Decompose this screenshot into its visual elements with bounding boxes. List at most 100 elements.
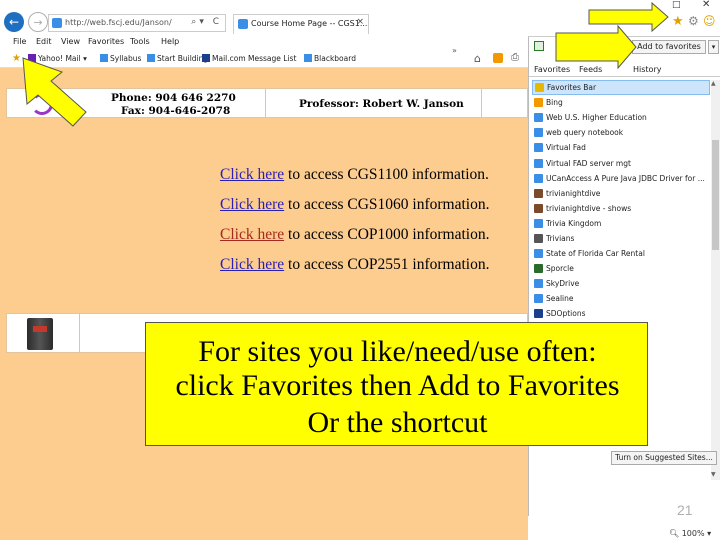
tab-history[interactable]: History bbox=[633, 65, 661, 74]
home-icon[interactable]: ⌂ bbox=[474, 52, 481, 65]
smiley-feedback-icon[interactable]: ☺ bbox=[703, 14, 716, 28]
scroll-up-icon[interactable]: ▲ bbox=[711, 80, 716, 87]
favorites-list-label: Bing bbox=[546, 98, 563, 108]
favorites-bar-star-icon[interactable]: ★ bbox=[12, 53, 21, 64]
add-to-favorites-button[interactable]: Add to favorites bbox=[632, 40, 706, 54]
callout-text-line: Or the shortcut bbox=[307, 406, 488, 439]
phone-number: Phone: 904 646 2270 bbox=[111, 92, 236, 104]
favorites-list-label: Web U.S. Higher Education bbox=[546, 113, 647, 123]
window-close-button[interactable]: ✕ bbox=[702, 0, 710, 10]
favorites-bar-label: Syllabus bbox=[110, 54, 142, 63]
tab-favorites[interactable]: Favorites bbox=[534, 65, 570, 74]
favorites-star-icon[interactable]: ★ bbox=[672, 14, 684, 29]
favorites-list-label: Virtual Fad bbox=[546, 143, 586, 153]
address-tools-icons[interactable]: ⌕▾ C bbox=[191, 17, 222, 27]
favorites-bar-item[interactable]: Start Building bbox=[147, 54, 208, 63]
add-to-favorites-dropdown[interactable]: ▾ bbox=[708, 40, 719, 54]
address-bar[interactable]: http://web.fscj.edu/Janson/ ⌕▾ C bbox=[48, 14, 226, 32]
print-icon[interactable]: ⎙ bbox=[511, 52, 519, 63]
favorites-list-item[interactable]: Sporcle bbox=[532, 261, 710, 276]
gear-icon[interactable]: ⚙ bbox=[688, 14, 699, 28]
click-here-link[interactable]: Click here bbox=[220, 166, 284, 183]
browser-titlebar: ← → http://web.fscj.edu/Janson/ ⌕▾ C Cou… bbox=[0, 0, 720, 34]
scrollbar-thumb[interactable] bbox=[712, 140, 719, 250]
tab-label: Course Home Page -- CGS1... bbox=[251, 19, 368, 28]
favorites-list-item[interactable]: State of Florida Car Rental bbox=[532, 246, 710, 261]
favorites-scrollbar[interactable]: ▲ ▼ bbox=[711, 80, 720, 480]
folder-icon bbox=[535, 83, 544, 93]
course-link-row: Click here to access CGS1060 information… bbox=[220, 196, 490, 214]
course-link-description: to access COP2551 information. bbox=[284, 256, 490, 273]
favorites-list-label: UCanAccess A Pure Java JDBC Driver for .… bbox=[546, 173, 705, 183]
click-here-link[interactable]: Click here bbox=[220, 196, 284, 213]
tab-feeds[interactable]: Feeds bbox=[579, 65, 603, 74]
favorites-list-item[interactable]: Bing bbox=[532, 95, 710, 110]
pin-panel-icon[interactable] bbox=[534, 41, 544, 51]
favorites-list-item[interactable]: SkyDrive bbox=[532, 276, 710, 291]
favorites-list-item[interactable]: Virtual FAD server mgt bbox=[532, 155, 710, 170]
favorites-list-label: SDOptions bbox=[546, 309, 586, 319]
tab-close-button[interactable]: × bbox=[356, 17, 364, 27]
back-arrow-icon: ← bbox=[8, 15, 20, 29]
forward-arrow-icon: → bbox=[33, 15, 43, 29]
site-favicon-icon bbox=[28, 54, 36, 62]
course-link-description: to access CGS1060 information. bbox=[284, 196, 490, 213]
forward-button[interactable]: → bbox=[28, 12, 48, 32]
table-divider bbox=[265, 89, 266, 117]
favorites-bar-overflow-chevron[interactable]: » bbox=[452, 46, 457, 55]
site-favicon-icon bbox=[534, 98, 543, 108]
favorites-bar-item[interactable]: Blackboard bbox=[304, 54, 356, 63]
site-favicon-icon bbox=[534, 158, 543, 168]
menu-item-file[interactable]: File bbox=[13, 37, 26, 46]
favorites-list-item[interactable]: SDOptions bbox=[532, 306, 710, 321]
favorites-list-item[interactable]: trivianightdive - shows bbox=[532, 201, 710, 216]
menu-item-tools[interactable]: Tools bbox=[130, 37, 150, 46]
click-here-link[interactable]: Click here bbox=[220, 226, 284, 243]
table-divider bbox=[481, 89, 482, 117]
favorites-bar-label: Yahoo! Mail ▾ bbox=[38, 54, 87, 63]
site-favicon-icon bbox=[534, 294, 543, 304]
tab-course-home[interactable]: Course Home Page -- CGS1... × bbox=[233, 14, 369, 34]
favorites-list-label: trivianightdive bbox=[546, 188, 601, 198]
favorites-list-item[interactable]: Trivians bbox=[532, 231, 710, 246]
favorites-list-item[interactable]: Trivia Kingdom bbox=[532, 216, 710, 231]
back-button[interactable]: ← bbox=[4, 12, 24, 32]
contact-header-table: Phone: 904 646 2270 Fax: 904-646-2078 Pr… bbox=[6, 88, 528, 118]
favorites-list-label: Sealine bbox=[546, 294, 574, 304]
favorites-bar-item[interactable]: Yahoo! Mail ▾ bbox=[28, 54, 87, 63]
college-logo bbox=[31, 93, 53, 115]
site-favicon-icon bbox=[534, 279, 543, 289]
menu-item-help[interactable]: Help bbox=[161, 37, 179, 46]
suggested-sites-button[interactable]: Turn on Suggested Sites... bbox=[611, 451, 717, 465]
favorites-list-label: Trivia Kingdom bbox=[546, 218, 602, 228]
fax-number: Fax: 904-646-2078 bbox=[121, 105, 231, 117]
menu-item-view[interactable]: View bbox=[61, 37, 80, 46]
professor-name: Professor: Robert W. Janson bbox=[299, 98, 464, 110]
zoom-level[interactable]: 🔍︎ 100% ▾ bbox=[669, 529, 711, 538]
course-link-row: Click here to access COP2551 information… bbox=[220, 256, 490, 274]
address-url: http://web.fscj.edu/Janson/ bbox=[65, 18, 172, 27]
click-here-link[interactable]: Click here bbox=[220, 256, 284, 273]
course-link-row: Click here to access COP1000 information… bbox=[220, 226, 490, 244]
menu-item-favorites[interactable]: Favorites bbox=[88, 37, 124, 46]
favorites-list-item[interactable]: Favorites Bar bbox=[532, 80, 710, 96]
scroll-down-icon[interactable]: ▼ bbox=[711, 471, 716, 478]
favorites-bar-item[interactable]: Mail.com Message List bbox=[202, 54, 296, 63]
favorites-list-item[interactable]: Sealine bbox=[532, 291, 710, 306]
server-image bbox=[27, 318, 53, 350]
slide-number: 21 bbox=[677, 502, 693, 518]
site-favicon-icon bbox=[534, 143, 543, 153]
favorites-list-item[interactable]: Web U.S. Higher Education bbox=[532, 110, 710, 125]
favorites-list-item[interactable]: UCanAccess A Pure Java JDBC Driver for .… bbox=[532, 171, 710, 186]
window-restore-button[interactable]: □ bbox=[672, 0, 681, 10]
favorites-bar-label: Mail.com Message List bbox=[212, 54, 297, 63]
favorites-list-item[interactable]: trivianightdive bbox=[532, 186, 710, 201]
favorites-bar-item[interactable]: Syllabus bbox=[100, 54, 141, 63]
favorites-list-item[interactable]: Virtual Fad bbox=[532, 140, 710, 155]
site-favicon-icon bbox=[534, 188, 543, 198]
favorites-list-item[interactable]: web query notebook bbox=[532, 125, 710, 140]
menu-item-edit[interactable]: Edit bbox=[36, 37, 52, 46]
rss-feed-icon[interactable] bbox=[493, 53, 503, 63]
page-content: Phone: 904 646 2270 Fax: 904-646-2078 Pr… bbox=[0, 68, 528, 540]
site-favicon-icon bbox=[534, 249, 543, 259]
